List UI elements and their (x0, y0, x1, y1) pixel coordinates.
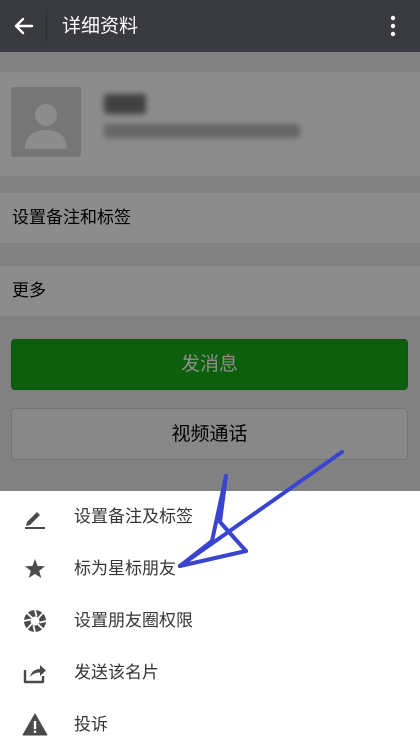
star-icon (25, 559, 45, 578)
action-moments-permission[interactable]: 设置朋友圈权限 (0, 595, 420, 647)
action-sheet: 设置备注及标签 标为星标朋友 设置朋友圈权限 发送该名片 投诉 (0, 491, 420, 751)
more-options-icon[interactable] (384, 12, 402, 40)
app-bar-divider (46, 10, 47, 42)
action-report[interactable]: 投诉 (0, 699, 420, 751)
action-set-remark-tags[interactable]: 设置备注及标签 (0, 491, 420, 543)
page-title: 详细资料 (62, 15, 139, 37)
back-arrow-icon[interactable] (10, 12, 38, 40)
warning-icon (22, 713, 48, 736)
app-bar: 详细资料 (0, 0, 420, 52)
action-label: 设置备注及标签 (74, 507, 193, 527)
aperture-icon (23, 609, 47, 633)
action-label: 标为星标朋友 (74, 559, 176, 579)
action-label: 投诉 (74, 715, 108, 735)
action-star-friend[interactable]: 标为星标朋友 (0, 543, 420, 595)
action-label: 发送该名片 (74, 663, 159, 683)
action-label: 设置朋友圈权限 (74, 611, 193, 631)
share-icon (23, 665, 46, 684)
action-send-card[interactable]: 发送该名片 (0, 647, 420, 699)
pencil-icon (25, 512, 45, 529)
